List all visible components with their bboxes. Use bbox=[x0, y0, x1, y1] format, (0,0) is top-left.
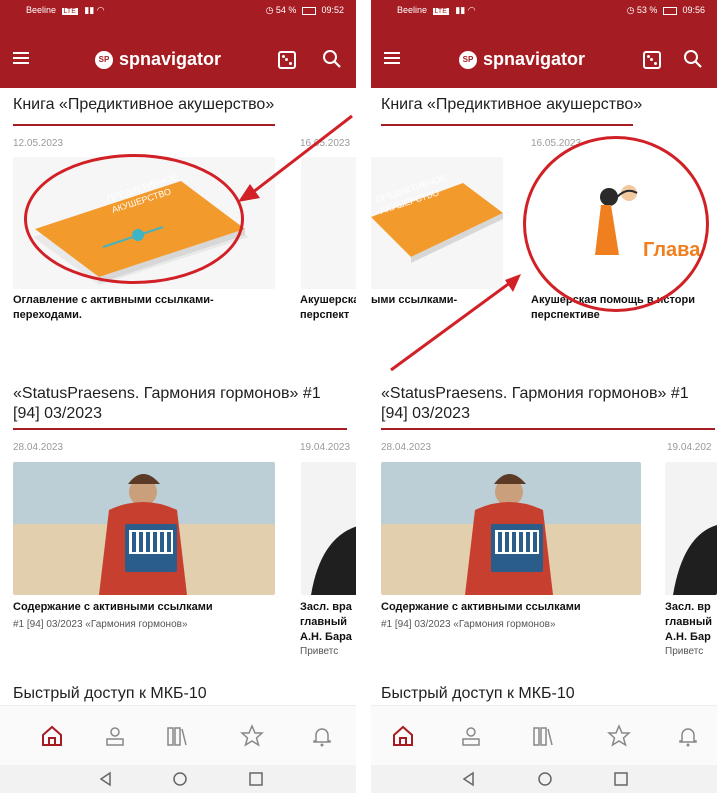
journal-cover-image[interactable] bbox=[13, 462, 275, 595]
library-icon[interactable] bbox=[531, 724, 555, 748]
card-title[interactable]: Акушерская перспект bbox=[300, 293, 356, 323]
search-icon[interactable] bbox=[683, 49, 703, 69]
brand-name: spnavigator bbox=[483, 49, 586, 69]
app-bar: SP spnavigator bbox=[0, 22, 356, 88]
section-title: «StatusPraesens. Гармония гормонов» #1 [… bbox=[13, 385, 321, 422]
section-underline bbox=[381, 124, 633, 126]
annotation-arrow bbox=[238, 114, 353, 202]
portrait-photo bbox=[673, 525, 717, 595]
brand-logo[interactable]: SP spnavigator bbox=[459, 49, 585, 70]
recent-apps-icon[interactable] bbox=[248, 771, 264, 787]
home-circle-icon[interactable] bbox=[172, 771, 188, 787]
journal-cover-image-2[interactable] bbox=[665, 462, 717, 595]
back-icon[interactable] bbox=[461, 771, 477, 787]
search-icon[interactable] bbox=[322, 49, 342, 69]
status-carrier: Beeline LTE ▮▮ ◠ bbox=[397, 5, 476, 15]
logo-badge: SP bbox=[459, 50, 477, 69]
annotation-circle bbox=[24, 154, 244, 284]
recent-apps-icon[interactable] bbox=[613, 771, 629, 787]
section-title: Книга «Предиктивное акушерство» bbox=[381, 96, 643, 113]
section-underline bbox=[381, 428, 715, 430]
logo-badge: SP bbox=[95, 50, 113, 69]
bottom-navigation bbox=[0, 705, 356, 766]
journal-cover-image[interactable] bbox=[381, 462, 641, 595]
menu-icon[interactable] bbox=[384, 52, 400, 64]
section-title: Быстрый доступ к МКБ-10 bbox=[13, 685, 207, 702]
status-time: ◷ 53 % 09:56 bbox=[626, 5, 705, 15]
accordion-photo bbox=[381, 462, 641, 595]
card-subtitle: Приветс bbox=[300, 646, 339, 657]
card-date: 28.04.2023 bbox=[381, 442, 432, 453]
brand-logo[interactable]: SP spnavigator bbox=[95, 49, 221, 70]
dice-icon[interactable] bbox=[643, 51, 661, 69]
section-underline bbox=[13, 428, 347, 430]
menu-icon[interactable] bbox=[13, 52, 29, 64]
journal-cover-image-2[interactable] bbox=[301, 462, 356, 595]
section-title: «StatusPraesens. Гармония гормонов» #1 [… bbox=[381, 385, 689, 422]
status-time: ◷ 54 % 09:52 bbox=[265, 5, 344, 15]
home-icon[interactable] bbox=[391, 724, 415, 748]
profile-icon[interactable] bbox=[459, 724, 483, 748]
card-title[interactable]: Засл. вр главный А.Н. Бар bbox=[665, 600, 717, 645]
card-title[interactable]: Содержание с активными ссылками bbox=[381, 600, 641, 615]
status-bar: Beeline LTE ▮▮ ◠ ◷ 54 % 09:52 bbox=[0, 0, 356, 22]
library-icon[interactable] bbox=[165, 724, 189, 748]
brand-name: spnavigator bbox=[119, 49, 222, 69]
annotation-arrow bbox=[390, 274, 521, 372]
star-icon[interactable] bbox=[240, 724, 264, 748]
phone-screen-left: Beeline LTE ▮▮ ◠ ◷ 54 % 09:52 SP spnavig… bbox=[0, 0, 356, 793]
home-icon[interactable] bbox=[40, 724, 64, 748]
card-date: 19.04.202 bbox=[667, 442, 712, 453]
portrait-photo bbox=[311, 526, 356, 595]
bell-icon[interactable] bbox=[310, 724, 334, 748]
dice-icon[interactable] bbox=[278, 51, 296, 69]
card-title[interactable]: Засл. вра главный А.Н. Бара bbox=[300, 600, 356, 645]
status-carrier: Beeline LTE ▮▮ ◠ bbox=[26, 5, 105, 15]
back-icon[interactable] bbox=[98, 771, 114, 787]
feed[interactable]: Книга «Предиктивное акушерство» 16.05.20… bbox=[371, 88, 717, 705]
card-date: 12.05.2023 bbox=[13, 138, 64, 149]
section-title: Быстрый доступ к МКБ-10 bbox=[381, 685, 575, 702]
home-circle-icon[interactable] bbox=[537, 771, 553, 787]
status-bar: Beeline LTE ▮▮ ◠ ◷ 53 % 09:56 bbox=[371, 0, 717, 22]
card-date: 19.04.2023 bbox=[300, 442, 351, 453]
profile-icon[interactable] bbox=[103, 724, 127, 748]
card-title[interactable]: Содержание с активными ссылками bbox=[13, 600, 275, 615]
system-navigation bbox=[371, 765, 717, 793]
accordion-photo bbox=[13, 462, 275, 595]
bell-icon[interactable] bbox=[676, 724, 700, 748]
card-title[interactable]: Оглавление с активными ссылками-перехода… bbox=[13, 293, 275, 323]
card-subtitle: Приветс bbox=[665, 646, 704, 657]
star-icon[interactable] bbox=[607, 724, 631, 748]
phone-screen-right: Beeline LTE ▮▮ ◠ ◷ 53 % 09:56 SP spnavig… bbox=[371, 0, 717, 793]
feed[interactable]: Книга «Предиктивное акушерство» 12.05.20… bbox=[0, 88, 356, 705]
bottom-navigation bbox=[371, 705, 717, 766]
card-subtitle: #1 [94] 03/2023 «Гармония гормонов» bbox=[13, 619, 188, 630]
app-bar: SP spnavigator bbox=[371, 22, 717, 88]
system-navigation bbox=[0, 765, 356, 793]
card-date: 28.04.2023 bbox=[13, 442, 64, 453]
annotation-circle bbox=[523, 136, 709, 312]
card-subtitle: #1 [94] 03/2023 «Гармония гормонов» bbox=[381, 619, 556, 630]
